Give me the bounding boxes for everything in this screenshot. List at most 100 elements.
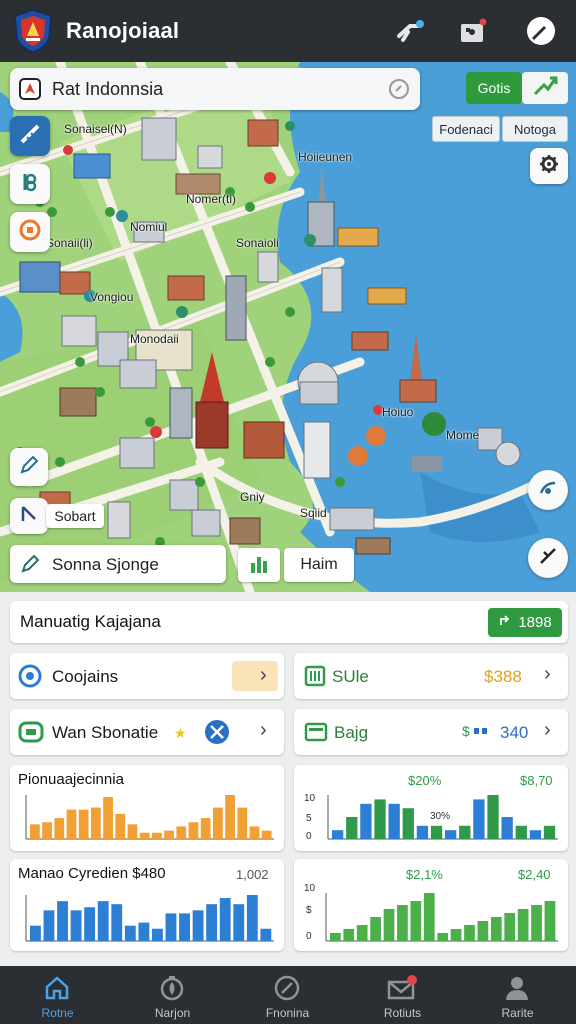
- tab-rotiuts[interactable]: Rotiuts: [345, 966, 460, 1024]
- chart-bar: [543, 825, 556, 839]
- map-label-4: Nomiul: [130, 220, 168, 234]
- tab-label: Rotne: [41, 1006, 74, 1020]
- chart-bar: [343, 929, 355, 941]
- chart-bar: [179, 913, 190, 941]
- badge-icon: [18, 720, 44, 749]
- summary-title: Manuatig Kajajana: [20, 612, 161, 631]
- barcode-icon: [304, 664, 326, 693]
- map-tool-cursor[interactable]: [10, 498, 48, 534]
- chart-bar: [138, 922, 150, 941]
- chart-card-4[interactable]: $2,1% $2,40 10 $ 0: [294, 859, 568, 951]
- bar-chart-4: [325, 893, 558, 942]
- chevron-right-icon: ›: [260, 664, 267, 686]
- chart-card-1[interactable]: Pionuaajecinnia: [10, 765, 284, 851]
- chart-bar: [57, 901, 68, 941]
- route-icon: [532, 75, 558, 102]
- flame-icon: [155, 974, 189, 1002]
- edit-icon: [20, 554, 40, 579]
- stat-card-value: 340: [500, 723, 529, 742]
- map-chart-toggle[interactable]: [238, 548, 280, 582]
- chart-bar: [490, 917, 502, 941]
- stat-card-action[interactable]: ›: [232, 661, 278, 691]
- filter-chip-2[interactable]: Notoga: [502, 116, 568, 142]
- chart-bar: [501, 817, 513, 839]
- bar-chart-3: [25, 895, 274, 942]
- goto-button[interactable]: Gotis: [466, 72, 522, 104]
- map-tool-measure[interactable]: [10, 116, 50, 156]
- chart-bar: [176, 826, 187, 839]
- chart-bar: [103, 797, 113, 839]
- chart-bar: [200, 818, 211, 839]
- route-button[interactable]: [522, 72, 568, 104]
- chevron-right-icon[interactable]: ›: [544, 719, 551, 742]
- directions-icon: [18, 77, 42, 106]
- tab-narjon[interactable]: Narjon: [115, 966, 230, 1024]
- tab-home[interactable]: Rotne: [0, 966, 115, 1024]
- chart-bar: [515, 825, 527, 839]
- chart-card-3[interactable]: Manao Cyredien $480 1,002: [10, 859, 284, 951]
- chart-bar: [430, 825, 443, 839]
- chart-bar: [127, 824, 138, 839]
- stat-card-sule[interactable]: SUle $388 ›: [294, 653, 568, 699]
- map-settings-button[interactable]: [530, 148, 568, 184]
- map-chip-hairim[interactable]: Haim: [284, 548, 354, 582]
- tab-rarite[interactable]: Rarite: [460, 966, 575, 1024]
- chart-bar: [477, 921, 489, 941]
- tab-label: Narjon: [154, 1006, 191, 1020]
- ruler-icon: [19, 123, 41, 150]
- stat-card-label: Coojains: [52, 667, 119, 686]
- map-chip-sobart[interactable]: Sobart: [46, 504, 104, 528]
- map-search-bar[interactable]: Rat Indonnsia: [10, 68, 420, 110]
- chart-bar: [152, 928, 163, 941]
- layers-icon: [19, 171, 41, 198]
- map-label-9: Hoiuo: [382, 405, 414, 419]
- chart-bar: [192, 910, 204, 941]
- chart-bar: [346, 817, 358, 839]
- tab-fnonina[interactable]: Fnonina: [230, 966, 345, 1024]
- tools-icon[interactable]: [204, 719, 230, 750]
- stat-card-bajg[interactable]: Bajg $ 340 ›: [294, 709, 568, 755]
- puzzle-icon[interactable]: [456, 14, 490, 48]
- svg-text:$: $: [462, 724, 470, 738]
- gear-icon: [539, 154, 559, 179]
- map-label-8: Vongiou: [90, 290, 134, 304]
- chart-bar: [383, 909, 395, 941]
- chart-bar: [450, 929, 462, 941]
- share-icon[interactable]: [394, 14, 428, 48]
- bar-chart-2: [327, 795, 558, 840]
- place-search-bar[interactable]: Sonna Sjonge: [10, 545, 226, 583]
- chart-bar: [206, 904, 218, 941]
- map-label-5: Sonaii(li): [46, 236, 93, 250]
- chart-bar: [517, 909, 529, 941]
- tab-label: Fnonina: [265, 1006, 310, 1020]
- chart-bar: [115, 813, 126, 839]
- map-locate-button[interactable]: [528, 470, 568, 510]
- map-tool-layers[interactable]: [10, 164, 50, 204]
- map-compass-button[interactable]: [528, 538, 568, 578]
- compass-icon[interactable]: [524, 14, 558, 48]
- chart-bar: [78, 809, 89, 839]
- chevron-right-icon[interactable]: ›: [544, 663, 551, 686]
- summary-bar[interactable]: Manuatig Kajajana: [10, 601, 568, 643]
- help-icon[interactable]: [388, 78, 410, 105]
- chart-bar: [164, 830, 174, 839]
- chevron-right-icon[interactable]: ›: [260, 719, 267, 742]
- map-tool-target[interactable]: [10, 212, 50, 252]
- chart-bar: [165, 913, 177, 941]
- chart-bar: [544, 901, 556, 941]
- summary-badge[interactable]: 1898: [488, 608, 562, 637]
- chart-bar: [66, 809, 77, 839]
- filter-chip-1[interactable]: Fodenaci: [432, 116, 500, 142]
- chart-bar: [111, 904, 123, 941]
- dots-icon: $: [462, 723, 496, 743]
- logo-shield-icon: [12, 8, 54, 54]
- chart-bar: [249, 826, 260, 839]
- location-icon: [537, 477, 559, 504]
- map-label-1: Sonaisel(N): [64, 122, 127, 136]
- stat-card-wan[interactable]: Wan Sbonatie ★ ›: [10, 709, 284, 755]
- chart-bar: [213, 807, 223, 839]
- chart-bar: [459, 825, 471, 839]
- map-tool-edit[interactable]: [10, 448, 48, 486]
- stat-card-coojains[interactable]: Coojains ›: [10, 653, 284, 699]
- chart-card-2[interactable]: $20% $8,70 30% 10 5 0: [294, 765, 568, 851]
